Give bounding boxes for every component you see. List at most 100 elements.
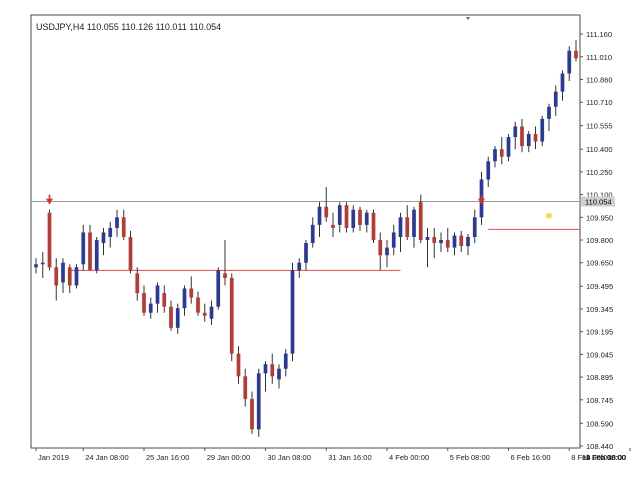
y-tick-label: 110.860 <box>586 75 613 84</box>
candle-body <box>405 217 410 237</box>
candle <box>128 230 133 274</box>
candlestick-chart[interactable]: USDJPY,H4 110.055 110.126 110.011 110.05… <box>0 0 640 490</box>
candle <box>256 368 261 437</box>
candle-body <box>196 297 200 313</box>
candle-body <box>94 240 99 271</box>
y-tick-label: 109.345 <box>586 305 613 314</box>
candle-body <box>466 237 470 247</box>
candle-body <box>40 262 45 265</box>
candle-body <box>324 206 329 218</box>
candle <box>216 267 221 310</box>
candle-body <box>540 118 545 142</box>
candle <box>290 262 295 362</box>
candle-body <box>54 267 59 286</box>
candle-body <box>128 237 133 271</box>
candle-body <box>506 137 511 157</box>
candle-body <box>459 235 464 247</box>
price-axis[interactable]: 111.160 111.010 110.860 110.710 110.555 110.4… <box>580 30 615 451</box>
candle <box>47 209 52 271</box>
candle-body <box>115 217 119 228</box>
candle-body <box>452 235 457 248</box>
candle-body <box>513 126 518 138</box>
candle-body <box>351 209 356 228</box>
candle-body <box>142 293 146 313</box>
candle-body <box>270 364 275 377</box>
candle <box>94 237 99 274</box>
candle-body <box>263 364 268 374</box>
x-tick-label: Jan 2019 <box>38 453 69 462</box>
candle <box>371 209 376 244</box>
x-tick-label: 31 Jan 16:00 <box>328 453 371 462</box>
candle-body <box>81 232 86 265</box>
y-tick-label: 109.195 <box>586 328 613 337</box>
candle-body <box>567 50 572 74</box>
y-tick-label: 111.160 <box>586 30 612 39</box>
y-tick-label: 108.895 <box>586 373 613 382</box>
y-tick-label: 110.250 <box>586 168 613 177</box>
candle-body <box>202 312 207 316</box>
current-price-label: 110.054 <box>585 198 612 207</box>
candle <box>229 273 234 362</box>
candle-body <box>162 293 167 307</box>
candle-body <box>209 306 214 319</box>
candle-body <box>520 126 524 147</box>
candle-body <box>486 161 491 180</box>
candle-body <box>432 237 437 244</box>
x-tick-label: 24 Jan 08:00 <box>85 453 128 462</box>
candle-body <box>148 303 153 313</box>
candle-body <box>47 212 52 268</box>
y-tick-label: 109.650 <box>586 259 613 268</box>
plot-frame <box>30 14 581 449</box>
y-tick-label: 110.555 <box>586 122 613 131</box>
x-tick-label: 14 Feb 00:00 <box>582 453 626 462</box>
x-tick-label: 29 Jan 00:00 <box>207 453 250 462</box>
time-axis[interactable]: Jan 2019 24 Jan 08:00 25 Jan 16:00 29 Jan 0… <box>35 448 640 462</box>
candle-body <box>61 262 65 283</box>
x-tick-label: 30 Jan 08:00 <box>268 453 311 462</box>
candle-body <box>34 264 38 268</box>
candle-body <box>445 240 450 248</box>
candle-body <box>250 399 254 430</box>
candle-body <box>533 134 538 142</box>
candle-body <box>418 202 423 241</box>
y-tick-label: 108.745 <box>586 396 613 405</box>
candle-body <box>425 237 430 241</box>
chart-window: USDJPY,H4 110.055 110.126 110.011 110.05… <box>0 0 640 490</box>
candle-body <box>101 232 106 244</box>
candle-body <box>189 288 194 298</box>
candle-body <box>135 273 140 294</box>
candle-body <box>547 106 551 119</box>
x-tick-label: 6 Feb 16:00 <box>511 453 551 462</box>
candle-body <box>277 368 281 380</box>
candle-body <box>493 149 497 162</box>
candle-body <box>88 232 92 271</box>
candle-body <box>317 206 322 225</box>
candle-body <box>121 217 126 237</box>
y-tick-label: 111.010 <box>586 53 612 62</box>
candle-body <box>67 267 72 286</box>
y-tick-label: 108.590 <box>586 419 613 428</box>
candle-body <box>526 134 531 147</box>
y-tick-label: 109.045 <box>586 350 613 359</box>
candle-body <box>304 243 308 263</box>
candle-body <box>310 224 315 244</box>
dot-icon <box>546 212 552 219</box>
y-tick-label: 110.710 <box>586 98 613 107</box>
candle-body <box>358 209 362 225</box>
x-tick-label: 25 Jan 16:00 <box>146 453 189 462</box>
candle-body <box>364 212 369 225</box>
x-tick-label: 5 Feb 08:00 <box>450 453 490 462</box>
candle-body <box>378 240 383 256</box>
candle-body <box>297 262 302 271</box>
candle-body <box>560 73 565 92</box>
candle-body <box>216 270 221 307</box>
candle-body <box>223 273 227 278</box>
candle-body <box>398 217 403 237</box>
candle-body <box>108 227 113 237</box>
candle-body <box>499 149 504 157</box>
candle-body <box>344 205 349 228</box>
candle-body <box>169 306 173 328</box>
candle-body <box>391 232 396 248</box>
x-tick-label: 4 Feb 00:00 <box>389 453 429 462</box>
candle-body <box>371 212 376 241</box>
